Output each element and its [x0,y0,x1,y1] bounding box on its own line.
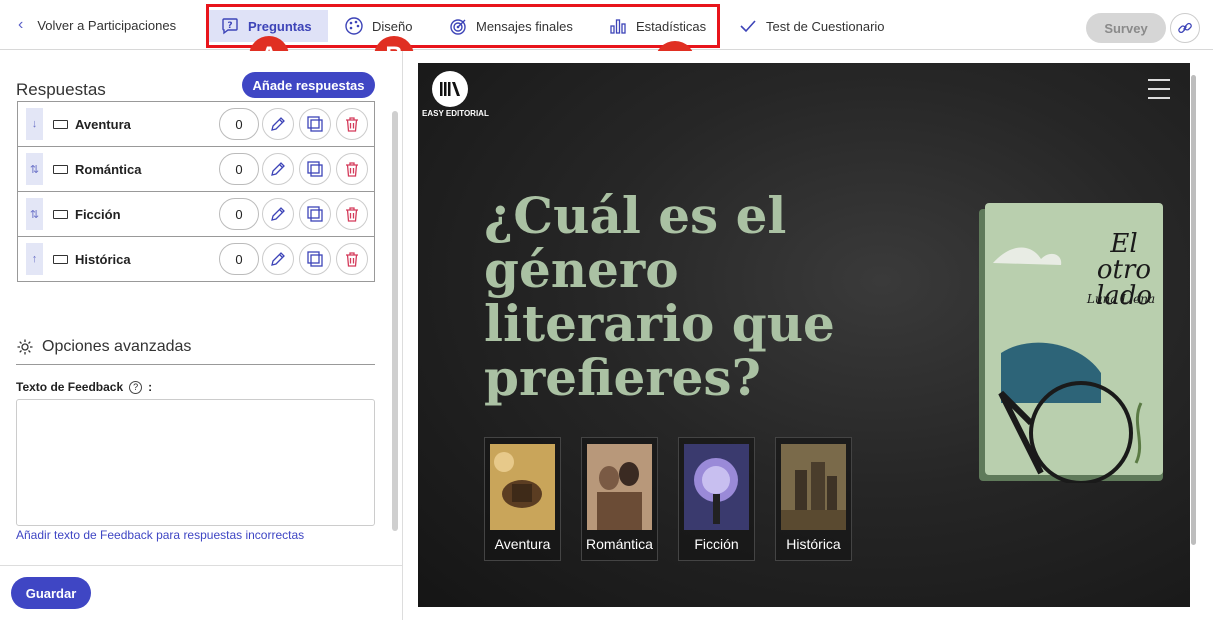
delete-button[interactable] [336,153,368,185]
copy-icon [307,206,323,222]
card-label: Aventura [494,536,551,552]
answer-label: Aventura [75,117,131,132]
adventure-image [490,444,555,530]
chevron-left-icon: ‹ [18,16,24,33]
duplicate-button[interactable] [299,243,331,275]
respuestas-title: Respuestas [16,80,106,99]
edit-button[interactable] [262,243,294,275]
copy-icon [307,116,323,132]
book-title: El otro lado [1095,229,1153,311]
top-bar: ‹ Volver a Participaciones ? Preguntas D… [0,0,1213,50]
feedback-label-row: Texto de Feedback ? : [16,380,152,394]
pencil-icon [271,252,285,266]
add-answers-button[interactable]: Añade respuestas [242,72,375,98]
answer-score-input[interactable]: 0 [219,108,259,140]
logo-text: EASY EDITORIAL [422,109,489,118]
preview-scrollbar[interactable] [1191,75,1196,545]
save-button[interactable]: Guardar [11,577,91,609]
drag-handle-down-icon[interactable]: ↓ [26,108,43,140]
copy-icon [307,161,323,177]
duplicate-button[interactable] [299,198,331,230]
card-label: Ficción [694,536,739,552]
trash-icon [346,252,358,267]
answer-label: Romántica [75,162,142,177]
link-button[interactable] [1170,13,1200,43]
trash-icon [346,207,358,222]
hamburger-menu-icon[interactable] [1148,79,1170,106]
card-label: Romántica [586,536,653,552]
answer-label: Ficción [75,207,121,222]
question-text: ¿Cuál es el género literario que prefier… [484,186,835,407]
trash-icon [346,162,358,177]
pencil-icon [271,117,285,131]
copy-icon [307,251,323,267]
feedback-textarea[interactable] [16,399,375,526]
answer-row: ⇅ Ficción 0 [18,192,374,237]
quiz-preview: EASY EDITORIAL ¿Cuál es el género litera… [418,63,1190,607]
checkmark-icon [740,20,756,33]
answer-label: Histórica [75,252,131,267]
help-icon[interactable]: ? [129,380,143,394]
romance-image [587,444,652,530]
answer-type-icon [53,255,68,264]
drag-handle-updown-icon[interactable]: ⇅ [26,198,43,230]
edit-button[interactable] [262,108,294,140]
answer-score-input[interactable]: 0 [219,153,259,185]
duplicate-button[interactable] [299,108,331,140]
answer-card-aventura[interactable]: Aventura [484,437,561,561]
answer-card-historica[interactable]: Histórica [775,437,852,561]
pencil-icon [271,162,285,176]
delete-button[interactable] [336,243,368,275]
delete-button[interactable] [336,198,368,230]
answer-row: ↓ Aventura 0 [18,102,374,147]
back-link[interactable]: ‹ Volver a Participaciones [18,16,176,34]
feedback-colon: : [148,380,153,394]
preview-pane: EASY EDITORIAL ¿Cuál es el género litera… [402,51,1213,620]
gear-icon [17,339,33,355]
link-icon [1178,22,1192,34]
edit-button[interactable] [262,198,294,230]
easy-editorial-logo [432,71,468,107]
card-label: Histórica [786,536,841,552]
question-editor-panel: Respuestas Añade respuestas ↓ Aventura 0… [0,51,402,620]
left-scrollbar[interactable] [392,111,398,531]
answer-cards: Aventura Romántica Ficción Histórica [484,437,852,561]
answer-score-input[interactable]: 0 [219,198,259,230]
answer-type-icon [53,165,68,174]
drag-handle-up-icon[interactable]: ↑ [26,243,43,275]
back-label: Volver a Participaciones [37,17,177,33]
answer-card-ficcion[interactable]: Ficción [678,437,755,561]
advanced-options-title: Opciones avanzadas [42,338,192,355]
tab-test-cuestionario[interactable]: Test de Cuestionario [726,10,897,42]
pencil-icon [271,207,285,221]
advanced-options-header[interactable]: Opciones avanzadas [16,338,375,365]
answer-type-icon [53,120,68,129]
footer-divider [0,565,402,566]
trash-icon [346,117,358,132]
delete-button[interactable] [336,108,368,140]
answer-row: ↑ Histórica 0 [18,237,374,282]
answer-card-romantica[interactable]: Romántica [581,437,658,561]
survey-button[interactable]: Survey [1086,13,1166,43]
historical-image [781,444,846,530]
answer-row: ⇅ Romántica 0 [18,147,374,192]
fiction-image [684,444,749,530]
drag-handle-updown-icon[interactable]: ⇅ [26,153,43,185]
edit-button[interactable] [262,153,294,185]
add-incorrect-feedback-link[interactable]: Añadir texto de Feedback para respuestas… [16,528,304,542]
answers-list: ↓ Aventura 0 ⇅ Romántica 0 ⇅ Ficción 0 ↑… [17,101,375,282]
duplicate-button[interactable] [299,153,331,185]
feedback-label: Texto de Feedback [16,380,124,394]
answer-score-input[interactable]: 0 [219,243,259,275]
answer-type-icon [53,210,68,219]
tab-label: Test de Cuestionario [766,18,885,34]
